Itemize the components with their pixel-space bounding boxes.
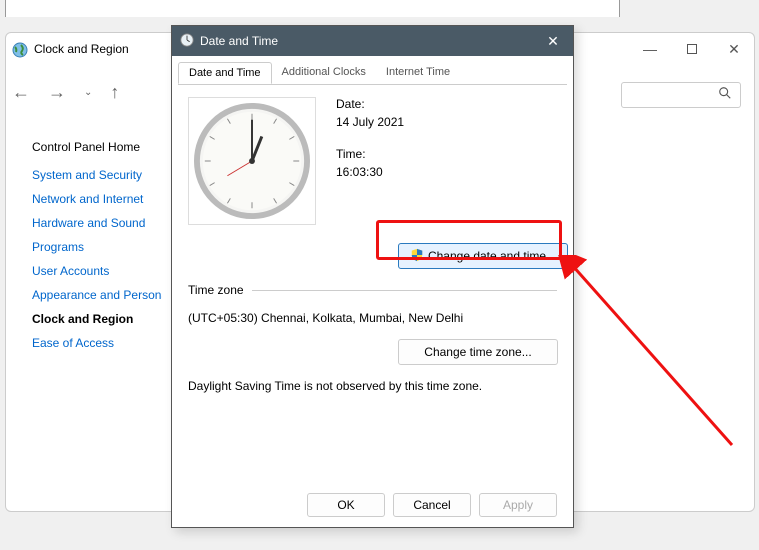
sidebar-item[interactable]: Network and Internet	[32, 192, 162, 206]
sidebar-item[interactable]: Appearance and Personalization	[32, 288, 162, 302]
minimize-button[interactable]: —	[642, 41, 658, 57]
sidebar-item[interactable]: Programs	[32, 240, 162, 254]
shield-icon	[410, 248, 424, 265]
change-timezone-button[interactable]: Change time zone...	[398, 339, 558, 365]
timezone-heading: Time zone	[188, 283, 244, 297]
date-time-dialog: Date and Time ✕ Date and TimeAdditional …	[171, 25, 574, 528]
up-button[interactable]: ↑	[110, 82, 119, 103]
time-label: Time:	[336, 147, 404, 161]
back-button[interactable]: ←	[12, 82, 30, 103]
close-window-button[interactable]: ✕	[726, 41, 742, 57]
search-box[interactable]	[621, 82, 741, 108]
dst-info: Daylight Saving Time is not observed by …	[188, 379, 557, 393]
nav-controls: ← → ⌄ ↑	[12, 82, 119, 103]
maximize-button[interactable]	[684, 41, 700, 57]
date-value: 14 July 2021	[336, 115, 404, 129]
sidebar-item[interactable]: User Accounts	[32, 264, 162, 278]
dialog-tab[interactable]: Additional Clocks	[272, 62, 376, 84]
dialog-title: Date and Time	[200, 34, 278, 48]
date-label: Date:	[336, 97, 404, 111]
dropdown-caret-icon[interactable]: ⌄	[84, 87, 92, 98]
forward-button[interactable]: →	[48, 82, 66, 103]
dialog-icon	[180, 33, 194, 50]
time-value: 16:03:30	[336, 165, 404, 179]
topwindow-edge	[5, 0, 620, 17]
change-date-time-button[interactable]: Change date and time...	[398, 243, 568, 269]
globe-icon	[12, 42, 28, 63]
dialog-tab[interactable]: Date and Time	[178, 62, 272, 84]
cancel-button[interactable]: Cancel	[393, 493, 471, 517]
timezone-value: (UTC+05:30) Chennai, Kolkata, Mumbai, Ne…	[188, 311, 557, 325]
apply-button[interactable]: Apply	[479, 493, 557, 517]
separator	[252, 290, 557, 291]
sidebar-item[interactable]: Clock and Region	[32, 312, 162, 326]
sidebar-item[interactable]: Hardware and Sound	[32, 216, 162, 230]
search-icon	[718, 86, 732, 105]
ok-button[interactable]: OK	[307, 493, 385, 517]
sidebar-item[interactable]: Ease of Access	[32, 336, 162, 350]
dialog-tab[interactable]: Internet Time	[376, 62, 460, 84]
sidebar-heading: Control Panel Home	[32, 140, 162, 154]
window-title: Clock and Region	[34, 42, 129, 56]
sidebar-item[interactable]: System and Security	[32, 168, 162, 182]
analog-clock	[188, 97, 316, 225]
close-dialog-button[interactable]: ✕	[533, 26, 573, 56]
